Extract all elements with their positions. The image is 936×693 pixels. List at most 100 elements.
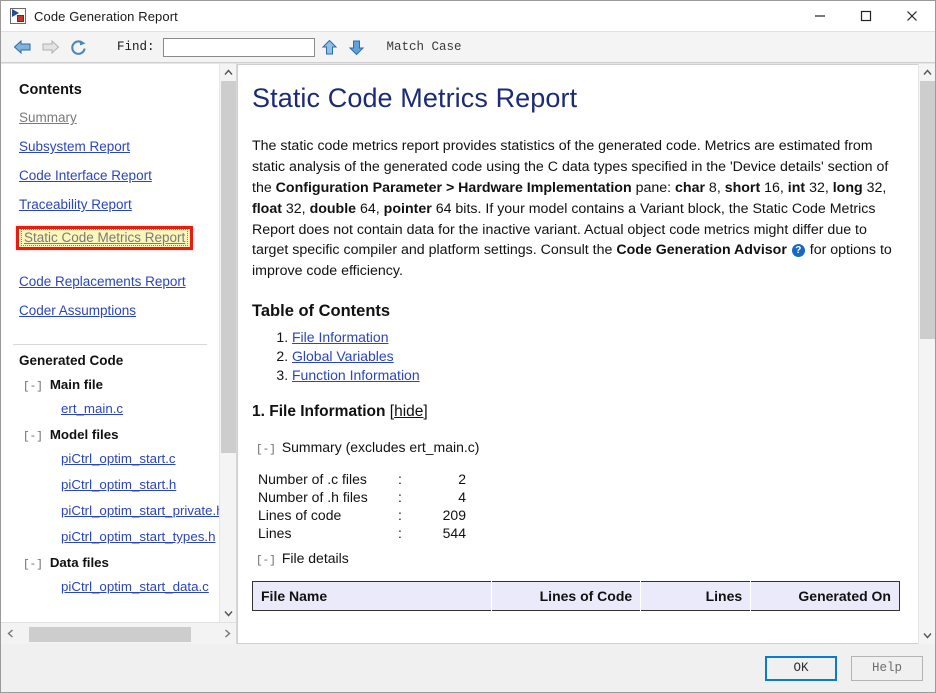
close-icon[interactable] (889, 1, 935, 31)
scroll-right-icon[interactable] (218, 624, 236, 644)
sidebar-horizontal-scrollbar[interactable] (1, 622, 236, 644)
sidebar-vertical-scrollbar[interactable] (219, 64, 236, 622)
toc-link-function-information[interactable]: Function Information (292, 367, 420, 383)
help-button[interactable]: Help (851, 656, 923, 681)
sidebar-item-label: Static Code Metrics Report (21, 229, 188, 246)
sidebar-item-static-code-metrics-report[interactable]: Static Code Metrics Report (16, 226, 193, 250)
ok-button[interactable]: OK (765, 656, 837, 681)
scroll-up-icon[interactable] (220, 64, 237, 81)
summary-collapsible[interactable]: [-] Summary (excludes ert_main.c) (256, 439, 900, 456)
section-1-title: 1. File Information (252, 403, 385, 420)
table-row: Number of .c files : 2 (258, 470, 472, 488)
tree-group-model-files: [-] Model files piCtrl_optim_start.c piC… (17, 427, 203, 544)
tree-node-label: Main file (50, 377, 103, 392)
summary-label: Summary (excludes ert_main.c) (282, 439, 480, 455)
intro-text-5: 32, (805, 180, 833, 196)
back-arrow-icon[interactable] (9, 35, 35, 59)
sidebar-hscroll-track[interactable] (19, 624, 218, 644)
generated-code-heading: Generated Code (19, 353, 203, 368)
forward-arrow-icon (37, 35, 63, 59)
summary-colon: : (398, 488, 420, 506)
tree-node-main-file[interactable]: [-] Main file (17, 377, 203, 393)
file-link-pictrl-optim-start-data-c[interactable]: piCtrl_optim_start_data.c (61, 579, 203, 594)
summary-colon: : (398, 506, 420, 524)
intro-text-6: 32, (863, 180, 887, 196)
column-header-lines-of-code[interactable]: Lines of Code (492, 582, 641, 611)
collapse-toggle-icon[interactable]: [-] (23, 381, 43, 393)
tree-node-data-files[interactable]: [-] Data files (17, 555, 203, 571)
table-header-row: File Name Lines of Code Lines Generated … (253, 582, 900, 611)
sidebar-item-summary[interactable]: Summary (19, 110, 203, 125)
help-circle-icon[interactable]: ? (792, 244, 805, 257)
scroll-down-icon[interactable] (220, 605, 237, 622)
summary-colon: : (398, 524, 420, 542)
intro-text-2: pane: (632, 180, 675, 196)
minimize-icon[interactable] (797, 1, 843, 31)
collapse-toggle-icon[interactable]: [-] (23, 559, 43, 571)
find-label: Find: (117, 40, 155, 54)
match-case-toggle[interactable]: Match Case (387, 40, 462, 54)
arrow-down-icon[interactable] (345, 35, 369, 59)
intro-paragraph: The static code metrics report provides … (252, 136, 900, 282)
file-link-ert-main-c[interactable]: ert_main.c (61, 401, 203, 416)
sidebar-hscroll-thumb[interactable] (29, 627, 191, 642)
sidebar-item-subsystem-report[interactable]: Subsystem Report (19, 139, 203, 154)
toc-link-file-information[interactable]: File Information (292, 329, 388, 345)
summary-key: Number of .h files (258, 488, 398, 506)
column-header-file-name[interactable]: File Name (253, 582, 492, 611)
summary-value: 4 (420, 488, 472, 506)
sidebar-scroll-region: Contents Summary Subsystem Report Code I… (1, 63, 236, 622)
maximize-icon[interactable] (843, 1, 889, 31)
model-report-icon (10, 8, 26, 24)
file-link-pictrl-optim-start-h[interactable]: piCtrl_optim_start.h (61, 477, 203, 492)
file-details-table: File Name Lines of Code Lines Generated … (252, 581, 900, 611)
window-title: Code Generation Report (34, 9, 178, 24)
arrow-up-icon[interactable] (318, 35, 342, 59)
intro-bold-float: float (252, 201, 282, 217)
summary-value: 2 (420, 470, 472, 488)
file-link-pictrl-optim-start-private-h[interactable]: piCtrl_optim_start_private.h (61, 503, 203, 518)
intro-bold-config-param: Configuration Parameter > Hardware Imple… (276, 180, 632, 196)
summary-value: 209 (420, 506, 472, 524)
page-title: Static Code Metrics Report (252, 83, 900, 114)
sidebar-item-code-interface-report[interactable]: Code Interface Report (19, 168, 203, 183)
scroll-down-icon[interactable] (919, 627, 936, 644)
contents-heading: Contents (19, 82, 203, 98)
document-scroll-track[interactable] (919, 81, 936, 627)
document-vertical-scrollbar[interactable] (918, 64, 935, 644)
hide-link[interactable]: hide (394, 403, 423, 420)
file-link-pictrl-optim-start-c[interactable]: piCtrl_optim_start.c (61, 451, 203, 466)
column-header-lines[interactable]: Lines (641, 582, 751, 611)
intro-text-7: 32, (282, 201, 310, 217)
sidebar-item-coder-assumptions[interactable]: Coder Assumptions (19, 303, 203, 318)
sidebar-item-traceability-report[interactable]: Traceability Report (19, 197, 203, 212)
intro-text-8: 64, (356, 201, 384, 217)
report-document: Static Code Metrics Report The static co… (237, 64, 918, 644)
column-header-generated-on[interactable]: Generated On (751, 582, 900, 611)
table-row: Lines of code : 209 (258, 506, 472, 524)
file-details-collapsible[interactable]: [-] File details (256, 550, 900, 567)
document-scroll-thumb[interactable] (920, 81, 935, 339)
collapse-toggle-icon[interactable]: [-] (23, 431, 43, 443)
collapse-toggle-icon[interactable]: [-] (256, 444, 276, 456)
section-1-heading: 1. File Information [hide] (252, 403, 900, 421)
table-row: Number of .h files : 4 (258, 488, 472, 506)
sidebar-content: Contents Summary Subsystem Report Code I… (1, 64, 219, 622)
file-link-pictrl-optim-start-types-h[interactable]: piCtrl_optim_start_types.h (61, 529, 203, 544)
summary-key: Lines (258, 524, 398, 542)
intro-bold-pointer: pointer (384, 201, 432, 217)
scroll-up-icon[interactable] (919, 64, 936, 81)
dialog-footer: OK Help (1, 644, 935, 692)
refresh-icon[interactable] (65, 35, 91, 59)
scroll-left-icon[interactable] (1, 624, 19, 644)
tree-node-label: Model files (50, 427, 119, 442)
collapse-toggle-icon[interactable]: [-] (256, 555, 276, 567)
tree-node-model-files[interactable]: [-] Model files (17, 427, 203, 443)
generated-code-card: Generated Code [-] Main file ert_main.c … (9, 353, 211, 613)
toc-link-global-variables[interactable]: Global Variables (292, 348, 394, 364)
search-input[interactable] (163, 38, 315, 57)
sidebar-item-code-replacements-report[interactable]: Code Replacements Report (19, 274, 203, 289)
sidebar-scroll-thumb[interactable] (221, 81, 236, 453)
sidebar-divider (13, 344, 207, 345)
sidebar-scroll-track[interactable] (220, 81, 237, 605)
